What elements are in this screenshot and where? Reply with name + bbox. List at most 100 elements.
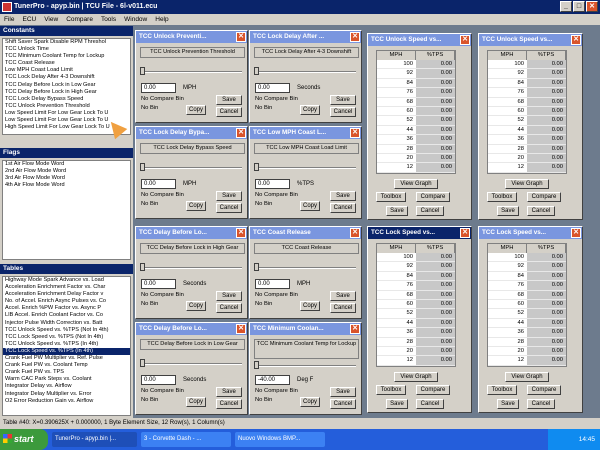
compare-button[interactable]: Compare xyxy=(416,192,450,202)
close-icon[interactable]: ✕ xyxy=(236,128,246,138)
compare-button[interactable]: Compare xyxy=(527,385,561,395)
close-icon[interactable]: ✕ xyxy=(350,128,360,138)
row-tps-cell[interactable]: 0.00 xyxy=(527,356,566,365)
tables-list-item[interactable]: TCC Unlock Speed vs. %TPS (Not In 4th) xyxy=(3,327,130,334)
save-button[interactable]: Save xyxy=(330,291,356,301)
view-graph-button[interactable]: View Graph xyxy=(394,372,438,382)
value-slider[interactable] xyxy=(142,267,242,269)
tables-list-item[interactable]: Accel. Enrich %PW Factor vs. Async P xyxy=(3,305,130,312)
close-icon[interactable]: ✕ xyxy=(350,32,360,42)
row-tps-cell[interactable]: 0.00 xyxy=(416,60,455,69)
toolbox-button[interactable]: Toolbox xyxy=(376,192,406,202)
row-tps-cell[interactable]: 0.00 xyxy=(527,60,566,69)
flags-list[interactable]: 1st Air Flow Mode Word 2nd Air Flow Mode … xyxy=(2,160,131,260)
tables-list-item[interactable]: No. of Accel. Enrich Async Pulses vs. Co xyxy=(3,298,130,305)
value-slider[interactable] xyxy=(256,71,356,73)
compare-button[interactable]: Compare xyxy=(416,385,450,395)
view-graph-button[interactable]: View Graph xyxy=(505,372,549,382)
row-tps-cell[interactable]: 0.00 xyxy=(416,88,455,97)
row-tps-cell[interactable]: 0.00 xyxy=(527,116,566,125)
close-icon[interactable]: ✕ xyxy=(350,324,360,334)
save-button[interactable]: Save xyxy=(330,387,356,397)
taskbar-item-bmp[interactable]: Nuovo Windows BMP... xyxy=(235,432,325,447)
value-slider[interactable] xyxy=(256,267,356,269)
value-slider[interactable] xyxy=(142,363,242,365)
row-tps-cell[interactable]: 0.00 xyxy=(527,135,566,144)
row-tps-cell[interactable]: 0.00 xyxy=(416,356,455,365)
constants-list-item[interactable]: TCC Delay Before Lock in Low Gear xyxy=(3,82,130,89)
flags-list-item[interactable]: 4th Air Flow Mode Word xyxy=(3,182,130,189)
cancel-button[interactable]: Cancel xyxy=(330,107,356,117)
compare-button[interactable]: Compare xyxy=(527,192,561,202)
copy-button[interactable]: Copy xyxy=(186,397,206,407)
close-icon[interactable]: ✕ xyxy=(571,228,581,238)
tables-list-item[interactable]: Injector Pulse Width Correction vs. Batt xyxy=(3,320,130,327)
row-tps-cell[interactable]: 0.00 xyxy=(527,97,566,106)
menu-item-compare[interactable]: Compare xyxy=(66,14,93,25)
row-tps-cell[interactable]: 0.00 xyxy=(527,69,566,78)
taskbar-item-corvette[interactable]: 3 - Corvette Dash - ... xyxy=(141,432,231,447)
toolbox-button[interactable]: Toolbox xyxy=(376,385,406,395)
row-tps-cell[interactable]: 0.00 xyxy=(527,290,566,299)
slider-handle[interactable] xyxy=(140,163,145,171)
row-tps-cell[interactable]: 0.00 xyxy=(416,271,455,281)
row-tps-cell[interactable]: 0.00 xyxy=(416,309,455,318)
save-button[interactable]: Save xyxy=(330,191,356,201)
row-tps-cell[interactable]: 0.00 xyxy=(416,299,455,309)
row-tps-cell[interactable]: 0.00 xyxy=(416,318,455,328)
row-tps-cell[interactable]: 0.00 xyxy=(527,281,566,290)
save-button[interactable]: Save xyxy=(330,95,356,105)
tables-list-item[interactable]: TCC Unlock Speed vs. %TPS (In 4th) xyxy=(3,341,130,348)
value-field[interactable]: 0.00 xyxy=(141,279,176,289)
tables-list-item[interactable]: TCC Lock Speed vs. %TPS (In 4th) xyxy=(3,347,130,356)
row-tps-cell[interactable]: 0.00 xyxy=(527,262,566,271)
tables-list-item[interactable]: Acceleration Enrichment Factor vs. Char xyxy=(3,284,130,291)
row-tps-cell[interactable]: 0.00 xyxy=(527,144,566,153)
start-button[interactable]: start xyxy=(0,429,48,450)
save-button[interactable]: Save xyxy=(386,206,408,216)
tables-list-item[interactable]: O2 Error Reduction Gain vs. Airflow xyxy=(3,398,130,405)
copy-button[interactable]: Copy xyxy=(300,301,320,311)
cancel-button[interactable]: Cancel xyxy=(216,203,242,213)
tables-list-item[interactable]: Highway Mode Spark Advance vs. Load xyxy=(3,277,130,284)
row-tps-cell[interactable]: 0.00 xyxy=(416,290,455,299)
slider-handle[interactable] xyxy=(254,361,259,369)
row-tps-cell[interactable]: 0.00 xyxy=(416,116,455,125)
close-icon[interactable]: ✕ xyxy=(236,228,246,238)
row-tps-cell[interactable]: 0.00 xyxy=(416,125,455,135)
cancel-button[interactable]: Cancel xyxy=(527,399,555,409)
row-tps-cell[interactable]: 0.00 xyxy=(527,106,566,116)
value-field[interactable]: -40.00 xyxy=(255,375,290,385)
view-graph-button[interactable]: View Graph xyxy=(505,179,549,189)
save-button[interactable]: Save xyxy=(497,399,519,409)
constants-list-item[interactable]: Shift Saver Spark Disable RPM Threshol xyxy=(3,39,130,46)
toolbox-button[interactable]: Toolbox xyxy=(487,385,517,395)
tables-list-item[interactable]: Crank Fuel PW vs. Coolant Temp xyxy=(3,362,130,369)
copy-button[interactable]: Copy xyxy=(186,105,206,115)
close-button[interactable]: ✕ xyxy=(586,1,598,12)
cancel-button[interactable]: Cancel xyxy=(330,303,356,313)
row-tps-cell[interactable]: 0.00 xyxy=(527,271,566,281)
row-tps-cell[interactable]: 0.00 xyxy=(527,309,566,318)
cancel-button[interactable]: Cancel xyxy=(330,203,356,213)
constants-list-item[interactable]: Low Speed Limit For Low Gear Lock To U xyxy=(3,110,130,117)
copy-button[interactable]: Copy xyxy=(300,201,320,211)
row-tps-cell[interactable]: 0.00 xyxy=(416,281,455,290)
row-tps-cell[interactable]: 0.00 xyxy=(527,253,566,262)
save-button[interactable]: Save xyxy=(216,191,242,201)
tables-list-item[interactable]: Warm CAC Park Steps vs. Coolant xyxy=(3,376,130,383)
row-tps-cell[interactable]: 0.00 xyxy=(416,69,455,78)
row-tps-cell[interactable]: 0.00 xyxy=(416,106,455,116)
data-table[interactable]: MPH %TPS 100 0.00 92 0.00 84 0.00 76 0.00 68 0.00 60… xyxy=(487,243,567,367)
toolbox-button[interactable]: Toolbox xyxy=(487,192,517,202)
copy-button[interactable]: Copy xyxy=(186,201,206,211)
value-field[interactable]: 0.00 xyxy=(141,83,176,93)
value-slider[interactable] xyxy=(256,365,356,367)
value-slider[interactable] xyxy=(142,71,242,73)
menu-item-view[interactable]: View xyxy=(44,14,58,25)
copy-button[interactable]: Copy xyxy=(300,105,320,115)
slider-handle[interactable] xyxy=(140,67,145,75)
row-tps-cell[interactable]: 0.00 xyxy=(527,346,566,356)
data-table[interactable]: MPH %TPS 100 0.00 92 0.00 84 0.00 76 0.00 68 0.00 60… xyxy=(376,243,456,367)
flags-list-item[interactable]: 1st Air Flow Mode Word xyxy=(3,161,130,168)
